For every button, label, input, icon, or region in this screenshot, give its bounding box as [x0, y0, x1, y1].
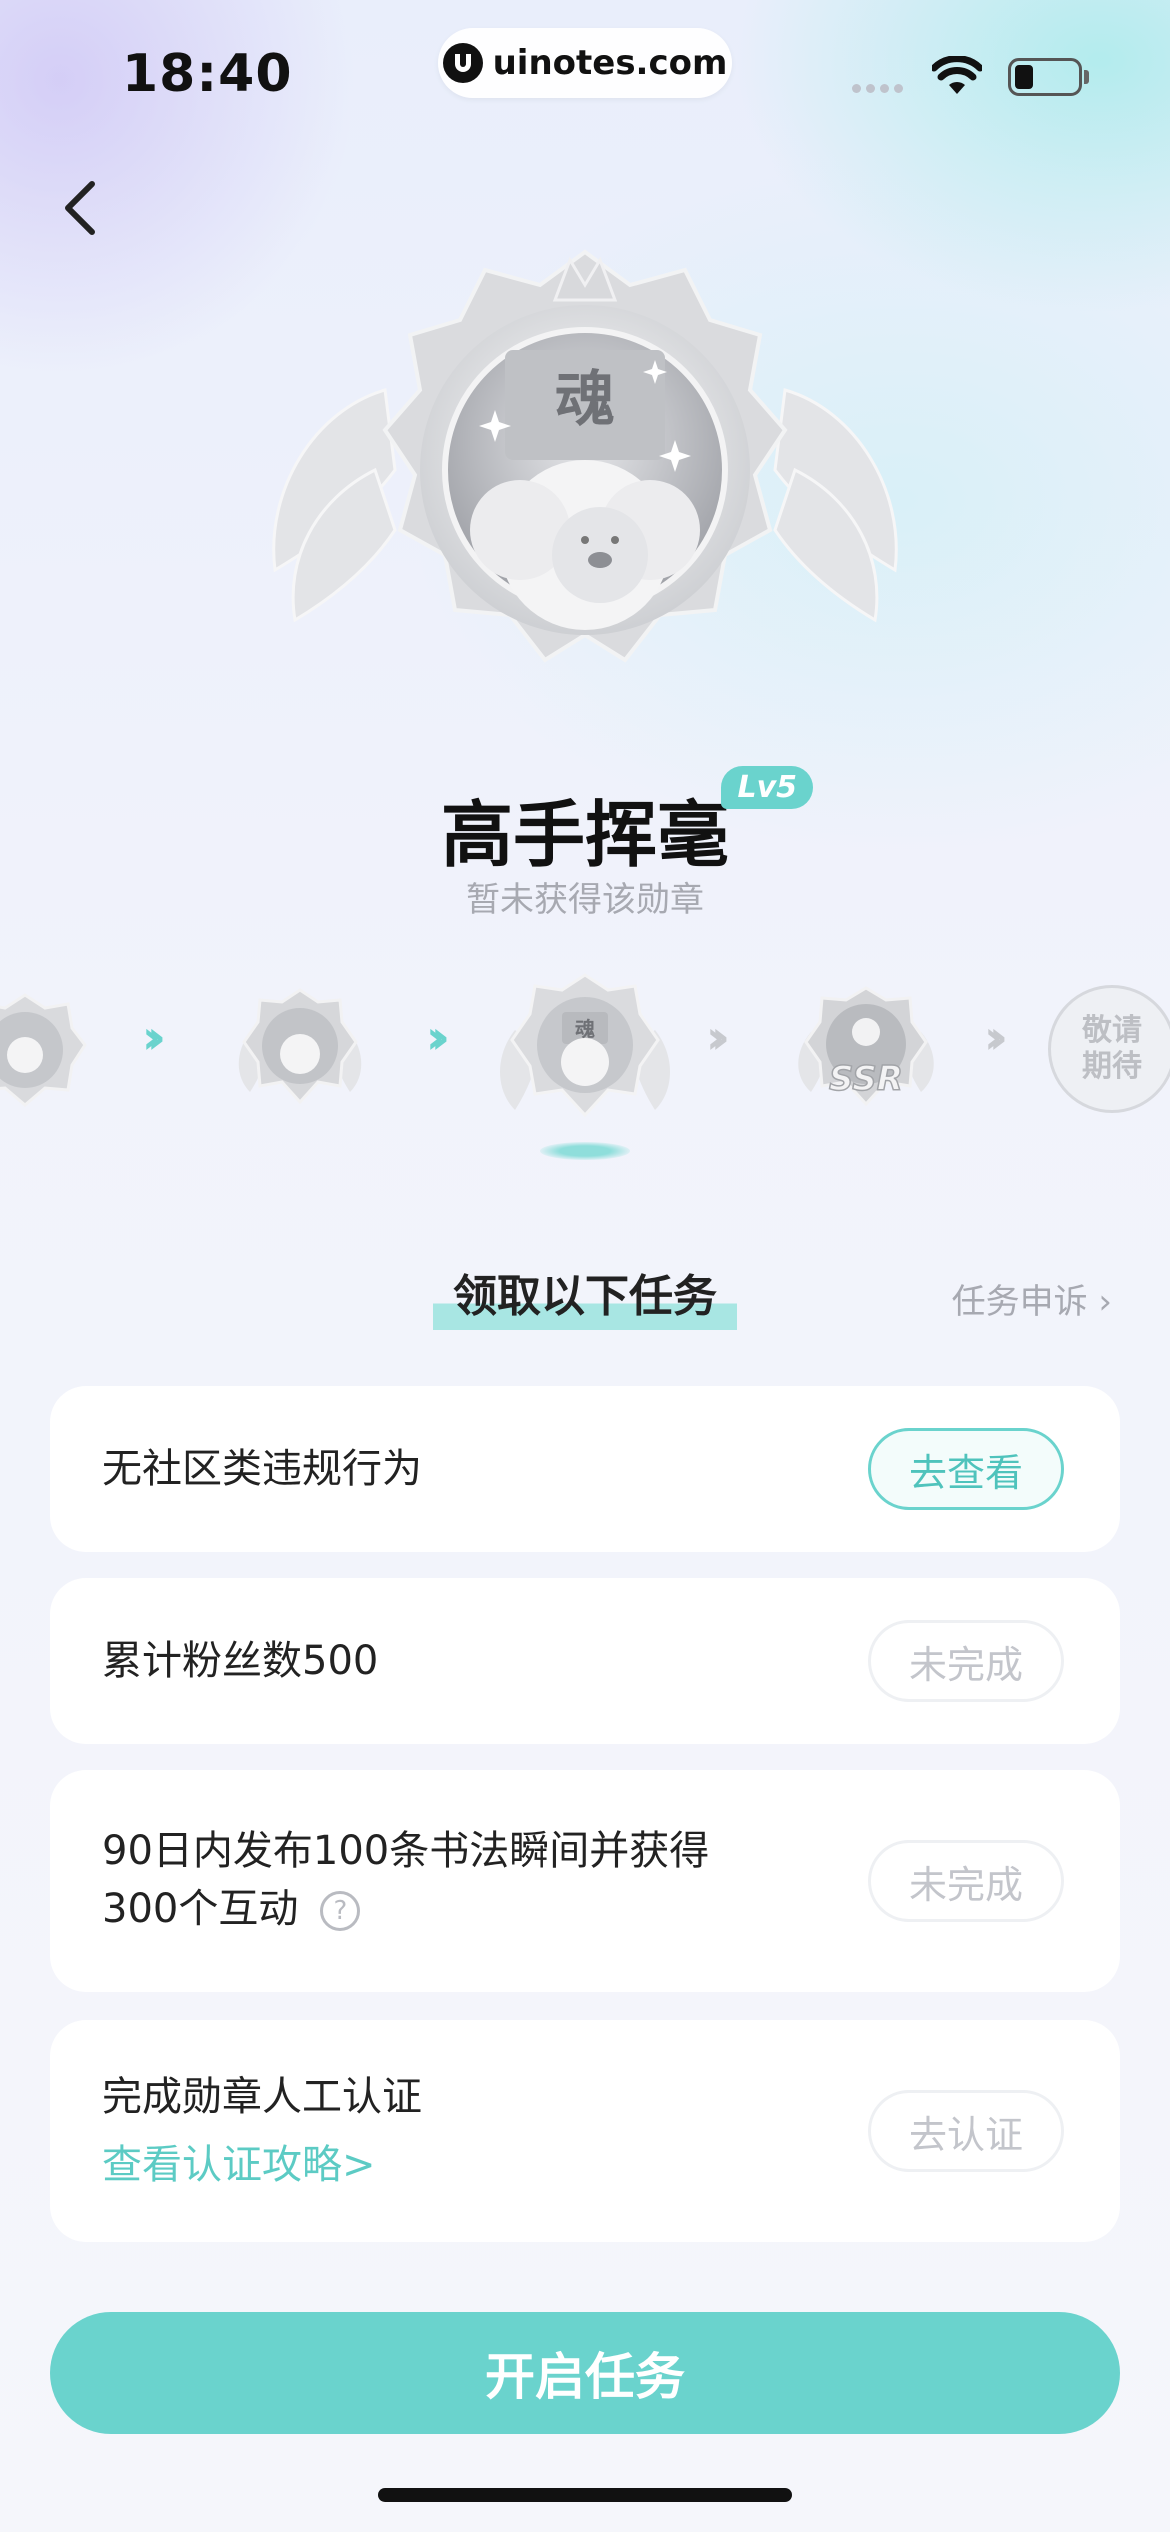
- task-appeal-link[interactable]: 任务申诉 ›: [952, 1274, 1112, 1323]
- medal-title-text: 高手挥毫: [440, 793, 729, 877]
- site-logo-icon: [442, 43, 483, 83]
- task-text: 无社区类违规行为: [102, 1446, 422, 1492]
- task-card: 90日内发布100条书法瞬间并获得 300个互动? 未完成: [50, 1770, 1120, 1992]
- medal-level-3[interactable]: [0, 990, 90, 1110]
- url-text: uinotes.com: [492, 43, 728, 83]
- task-text: 累计粉丝数500: [102, 1638, 379, 1684]
- task-text-line1: 90日内发布100条书法瞬间并获得: [102, 1828, 710, 1874]
- battery-tip: [1084, 70, 1089, 84]
- task-card: 无社区类违规行为 去查看: [50, 1386, 1120, 1552]
- url-pill[interactable]: uinotes.com: [438, 28, 732, 98]
- level-arrow-3: ››: [706, 1010, 730, 1064]
- view-button[interactable]: 去查看: [868, 1428, 1064, 1510]
- coming-soon-circle: 敬请 期待: [1048, 985, 1170, 1113]
- incomplete-button[interactable]: 未完成: [868, 1620, 1064, 1702]
- task-card: 完成勋章人工认证 查看认证攻略> 去认证: [50, 2020, 1120, 2242]
- level-arrow-4: ››: [984, 1010, 1008, 1064]
- signal-icon: [852, 84, 903, 93]
- certify-button[interactable]: 去认证: [868, 2090, 1064, 2172]
- right-wing: [773, 388, 898, 623]
- start-task-button[interactable]: 开启任务: [50, 2312, 1120, 2434]
- current-level-indicator: [540, 1142, 630, 1160]
- task-card: 累计粉丝数500 未完成: [50, 1578, 1120, 1744]
- coming-soon-line1: 敬请: [1082, 1013, 1142, 1048]
- coming-soon-line2: 期待: [1082, 1049, 1142, 1084]
- level-badge: Lv5: [721, 766, 813, 809]
- help-icon[interactable]: ?: [320, 1891, 361, 1931]
- medal-level-5-emblem: 魂: [575, 1017, 595, 1041]
- svg-text:魂: 魂: [555, 365, 615, 435]
- back-chevron-icon[interactable]: [56, 178, 106, 238]
- wifi-icon: [932, 56, 982, 94]
- certification-guide-link[interactable]: 查看认证攻略>: [102, 2132, 376, 2190]
- medal-level-ssr[interactable]: SSR: [786, 982, 946, 1112]
- section-title: 领取以下任务: [433, 1260, 737, 1330]
- home-indicator[interactable]: [378, 2488, 792, 2502]
- level-arrow-1: ››: [142, 1010, 166, 1064]
- status-time: 18:40: [122, 44, 293, 104]
- task-text: 90日内发布100条书法瞬间并获得 300个互动?: [102, 1822, 709, 1938]
- task-text: 完成勋章人工认证: [102, 2074, 422, 2120]
- medal-level-4[interactable]: [230, 982, 370, 1112]
- medal-status: 暂未获得该勋章: [466, 880, 704, 920]
- ssr-label: SSR: [829, 1059, 903, 1099]
- battery-icon: [1008, 58, 1082, 96]
- medal-level-5-current[interactable]: 魂: [490, 970, 680, 1130]
- level-progress-row: ›› ›› 魂 ›› SSR ›› 敬请 期待: [0, 960, 1170, 1160]
- task-text-line2: 300个互动?: [102, 1880, 709, 1938]
- medal-emblem: 魂: [272, 249, 898, 663]
- medal-title: 高手挥毫 Lv5: [440, 766, 813, 881]
- left-wing: [272, 388, 397, 623]
- incomplete-button[interactable]: 未完成: [868, 1840, 1064, 1922]
- level-arrow-2: ››: [426, 1010, 450, 1064]
